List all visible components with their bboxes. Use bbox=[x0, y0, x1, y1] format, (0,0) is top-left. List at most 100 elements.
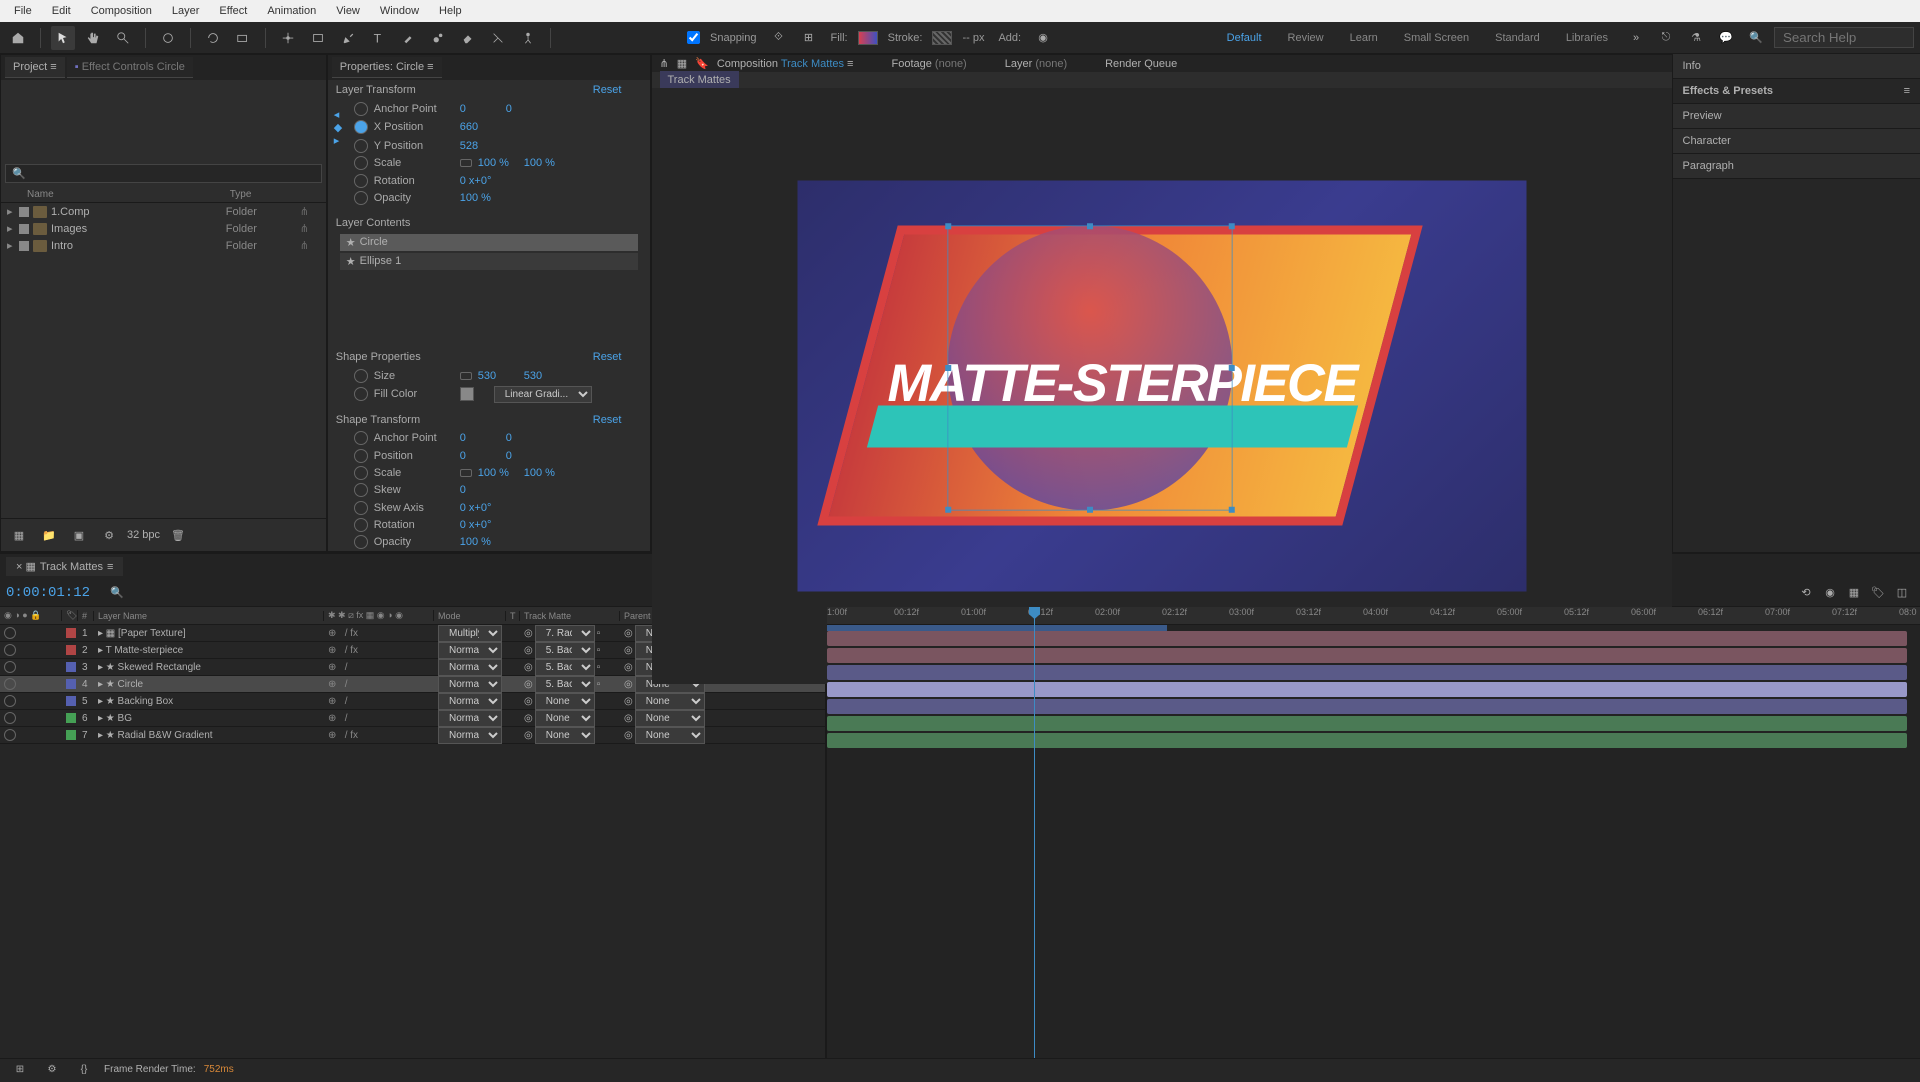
stopwatch-icon[interactable] bbox=[354, 431, 368, 445]
blend-mode-dropdown[interactable]: Normal bbox=[438, 693, 502, 710]
workspace-small[interactable]: Small Screen bbox=[1394, 32, 1479, 44]
menu-edit[interactable]: Edit bbox=[42, 5, 81, 17]
effect-controls-tab[interactable]: ▪ Effect Controls Circle bbox=[67, 57, 193, 78]
col-mode[interactable]: Mode bbox=[434, 611, 506, 621]
add-button-icon[interactable]: ◉ bbox=[1031, 26, 1055, 50]
st-scale-x[interactable]: 100 % bbox=[478, 467, 518, 479]
blend-mode-dropdown[interactable]: Normal bbox=[438, 710, 502, 727]
menu-layer[interactable]: Layer bbox=[162, 5, 210, 17]
st-anchor-y[interactable]: 0 bbox=[506, 432, 546, 444]
y-position-val[interactable]: 528 bbox=[460, 140, 500, 152]
shape-circle-item[interactable]: ★ Circle bbox=[340, 234, 638, 251]
layer-duration-bar[interactable] bbox=[827, 716, 1907, 731]
parent-dropdown[interactable]: None bbox=[635, 727, 705, 744]
preview-panel-tab[interactable]: Preview bbox=[1673, 104, 1920, 129]
trash-icon[interactable]: 🗑 bbox=[166, 523, 190, 547]
puppet-tool-icon[interactable] bbox=[516, 26, 540, 50]
blend-mode-dropdown[interactable]: Normal bbox=[438, 659, 502, 676]
pos-x[interactable]: 0 bbox=[460, 450, 500, 462]
selection-bounds[interactable] bbox=[947, 226, 1232, 511]
stopwatch-icon[interactable] bbox=[354, 102, 368, 116]
workspace-default[interactable]: Default bbox=[1217, 32, 1272, 44]
label-color[interactable] bbox=[66, 645, 76, 655]
playhead[interactable] bbox=[1034, 607, 1035, 1078]
search-input[interactable] bbox=[1774, 27, 1914, 48]
visibility-toggle[interactable] bbox=[4, 627, 16, 639]
st-rot-val[interactable]: 0 x+0° bbox=[460, 519, 500, 531]
timeline-layer-row[interactable]: 5 ▸ ★ Backing Box ⊕ / Normal ◎None ◎None bbox=[0, 693, 825, 710]
stopwatch-icon[interactable] bbox=[354, 191, 368, 205]
anchor-tool-icon[interactable] bbox=[276, 26, 300, 50]
workspace-standard[interactable]: Standard bbox=[1485, 32, 1550, 44]
bpc-label[interactable]: 32 bpc bbox=[127, 529, 160, 541]
col-t[interactable]: T bbox=[506, 611, 520, 621]
stopwatch-icon[interactable] bbox=[354, 501, 368, 515]
anchor-x[interactable]: 0 bbox=[460, 103, 500, 115]
scale-y[interactable]: 100 % bbox=[524, 157, 564, 169]
reset-shape-props[interactable]: Reset bbox=[593, 351, 642, 363]
scale-x[interactable]: 100 % bbox=[478, 157, 518, 169]
tl-footer-icon3[interactable]: {} bbox=[72, 1058, 96, 1082]
character-panel-tab[interactable]: Character bbox=[1673, 129, 1920, 154]
track-matte-dropdown[interactable]: 5. Backin bbox=[535, 642, 595, 659]
effects-presets-panel[interactable]: Effects & Presets≡ bbox=[1673, 79, 1920, 104]
stroke-swatch[interactable] bbox=[932, 31, 952, 45]
st-anchor-x[interactable]: 0 bbox=[460, 432, 500, 444]
menu-window[interactable]: Window bbox=[370, 5, 429, 17]
col-name[interactable]: Name bbox=[27, 189, 230, 200]
layer-duration-bar[interactable] bbox=[827, 631, 1907, 646]
menu-help[interactable]: Help bbox=[429, 5, 472, 17]
workspace-review[interactable]: Review bbox=[1278, 32, 1334, 44]
orbit-tool-icon[interactable] bbox=[156, 26, 180, 50]
visibility-toggle[interactable] bbox=[4, 644, 16, 656]
snap-opt2-icon[interactable]: ⊞ bbox=[797, 26, 821, 50]
skew-val[interactable]: 0 bbox=[460, 484, 500, 496]
skew-axis-val[interactable]: 0 x+0° bbox=[460, 502, 500, 514]
timeline-layer-row[interactable]: 7 ▸ ★ Radial B&W Gradient ⊕ / fx Normal … bbox=[0, 727, 825, 744]
workspace-libraries[interactable]: Libraries bbox=[1556, 32, 1618, 44]
render-queue-tab[interactable]: Render Queue bbox=[1105, 58, 1177, 70]
stopwatch-icon[interactable] bbox=[354, 387, 368, 401]
blend-mode-dropdown[interactable]: Multiply bbox=[438, 625, 502, 642]
footage-tab[interactable]: Footage (none) bbox=[891, 58, 966, 70]
time-ruler[interactable]: 1:00f00:12f01:00f01:12f02:00f02:12f03:00… bbox=[827, 607, 1920, 625]
comp-layer-icon[interactable]: ▦ bbox=[677, 57, 687, 70]
link-icon[interactable] bbox=[460, 469, 472, 477]
col-track-matte[interactable]: Track Matte bbox=[520, 611, 620, 621]
layer-duration-bar[interactable] bbox=[827, 682, 1907, 697]
reset-transform[interactable]: Reset bbox=[593, 84, 642, 96]
link-icon[interactable] bbox=[460, 159, 472, 167]
interpret-icon[interactable]: ▦ bbox=[7, 523, 31, 547]
blend-mode-dropdown[interactable]: Normal bbox=[438, 642, 502, 659]
pos-y[interactable]: 0 bbox=[506, 450, 546, 462]
menu-effect[interactable]: Effect bbox=[209, 5, 257, 17]
timeline-timecode[interactable]: 0:00:01:12 bbox=[6, 585, 90, 601]
timeline-layer-row[interactable]: 6 ▸ ★ BG ⊕ / Normal ◎None ◎None bbox=[0, 710, 825, 727]
graph-editor-icon[interactable]: ◫ bbox=[1890, 581, 1914, 605]
x-position-val[interactable]: 660 bbox=[460, 121, 500, 133]
link-icon[interactable] bbox=[460, 372, 472, 380]
rotate-tool-icon[interactable] bbox=[201, 26, 225, 50]
fill-swatch[interactable] bbox=[858, 31, 878, 45]
track-matte-dropdown[interactable]: 7. Radial bbox=[535, 625, 595, 642]
menu-view[interactable]: View bbox=[326, 5, 370, 17]
new-comp-icon[interactable]: ▣ bbox=[67, 523, 91, 547]
comp-marker-icon[interactable]: 🔖 bbox=[695, 57, 709, 70]
anchor-y[interactable]: 0 bbox=[506, 103, 546, 115]
timeline-search-icon[interactable]: 🔍 bbox=[110, 586, 124, 599]
tl-footer-icon2[interactable]: ⚙ bbox=[40, 1058, 64, 1082]
size-y[interactable]: 530 bbox=[524, 370, 564, 382]
text-tool-icon[interactable]: T bbox=[366, 26, 390, 50]
zoom-tool-icon[interactable] bbox=[111, 26, 135, 50]
track-matte-dropdown[interactable]: 5. Backin bbox=[535, 659, 595, 676]
label-color[interactable] bbox=[66, 662, 76, 672]
eraser-tool-icon[interactable] bbox=[456, 26, 480, 50]
parent-dropdown[interactable]: None bbox=[635, 693, 705, 710]
layer-duration-bar[interactable] bbox=[827, 733, 1907, 748]
workspace-more-icon[interactable]: » bbox=[1624, 26, 1648, 50]
project-item[interactable]: ▸ ImagesFolder ⋔ bbox=[1, 220, 326, 237]
stopwatch-icon[interactable] bbox=[354, 369, 368, 383]
rect-tool-icon[interactable] bbox=[306, 26, 330, 50]
opacity-val[interactable]: 100 % bbox=[460, 192, 500, 204]
visibility-toggle[interactable] bbox=[4, 712, 16, 724]
